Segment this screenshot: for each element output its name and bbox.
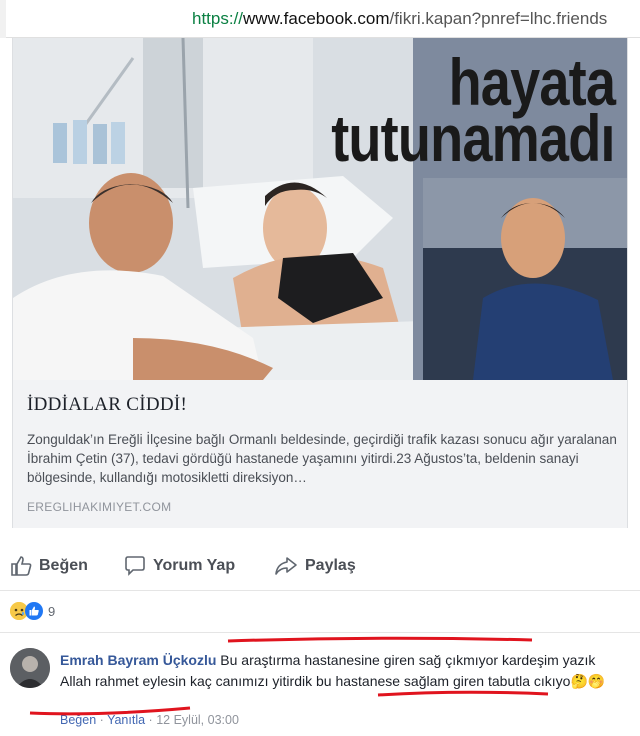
secure-lock-icon[interactable]	[178, 11, 192, 27]
avatar[interactable]	[10, 648, 50, 688]
url-scheme: https://	[192, 8, 244, 28]
like-button[interactable]: Beğen	[10, 556, 88, 576]
url-text[interactable]: https://www.facebook.com/fikri.kapan?pnr…	[192, 9, 607, 29]
card-domain: EREGLIHAKIMIYET.COM	[27, 500, 172, 514]
comments-divider	[0, 632, 640, 633]
image-headline-line2: tutunamadı	[331, 101, 616, 175]
like-reaction-icon	[25, 602, 43, 620]
action-divider	[0, 590, 640, 591]
meta-separator: ·	[148, 713, 153, 727]
comment-like-link[interactable]: Beğen	[60, 713, 96, 727]
card-title[interactable]: İDDİALAR CİDDİ!	[27, 394, 187, 416]
comment-body: Emrah Bayram Üçkozlu Bu araştırma hastan…	[60, 650, 620, 692]
share-button[interactable]: Paylaş	[274, 556, 356, 576]
link-preview-card[interactable]: hayata tutunamadı İDDİALAR CİDDİ! Zongul…	[12, 38, 628, 528]
comment-label: Yorum Yap	[153, 557, 236, 574]
url-path: /fikri.kapan?pnref=lhc.friends	[389, 8, 608, 28]
comment-author-link[interactable]: Emrah Bayram Üçkozlu	[60, 652, 216, 668]
url-host: www.facebook.com	[243, 8, 390, 28]
share-label: Paylaş	[305, 557, 356, 574]
thumbs-up-icon	[11, 556, 32, 576]
address-bar-edge	[0, 0, 6, 38]
browser-address-bar[interactable]: https://www.facebook.com/fikri.kapan?pnr…	[0, 0, 640, 38]
post-action-bar: Beğen Yorum Yap Paylaş	[0, 546, 640, 586]
comment-reply-link[interactable]: Yanıtla	[107, 713, 145, 727]
article-image[interactable]: hayata tutunamadı	[13, 38, 627, 380]
comment-button[interactable]: Yorum Yap	[124, 556, 235, 576]
like-label: Beğen	[39, 557, 88, 574]
reaction-summary[interactable]: 9	[10, 602, 55, 620]
comment-emoji: 🤔🤭	[570, 673, 606, 689]
comment-timestamp[interactable]: 12 Eylül, 03:00	[156, 713, 239, 727]
share-arrow-icon	[275, 557, 297, 575]
comment-bubble-icon	[125, 556, 145, 576]
card-footer[interactable]: İDDİALAR CİDDİ! Zonguldak’ın Ereğli İlçe…	[13, 380, 627, 528]
comment-meta: Beğen · Yanıtla · 12 Eylül, 03:00	[60, 713, 239, 727]
meta-separator: ·	[99, 713, 104, 727]
card-description: Zonguldak’ın Ereğli İlçesine bağlı Orman…	[27, 432, 617, 485]
reaction-count: 9	[48, 603, 56, 619]
